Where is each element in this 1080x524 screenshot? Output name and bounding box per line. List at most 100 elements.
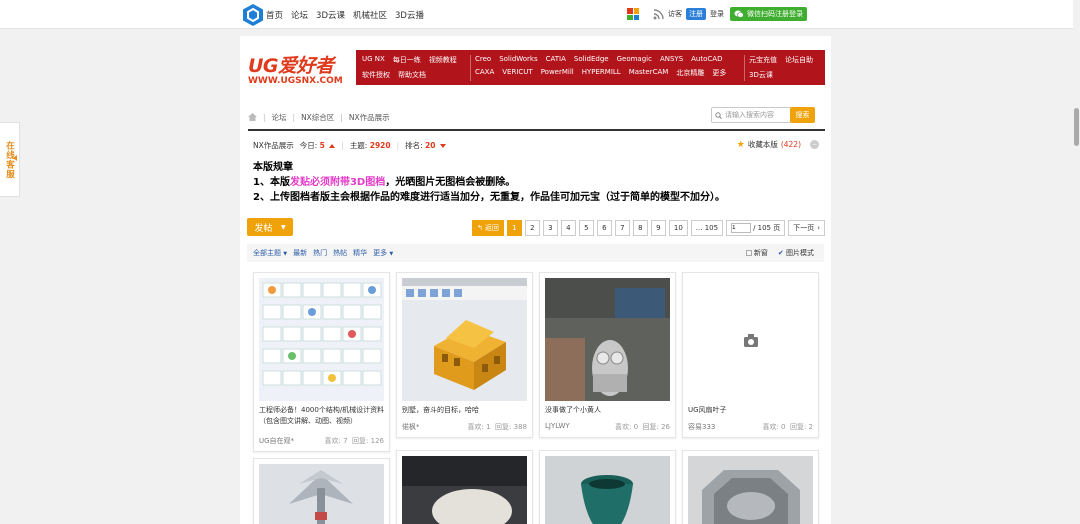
page-1[interactable]: 1 [506, 220, 522, 236]
page-5[interactable]: 5 [578, 220, 594, 236]
thread-thumbnail[interactable] [545, 456, 670, 524]
thread-thumbnail[interactable] [545, 278, 670, 401]
breadcrumb-nx-zone[interactable]: NX综合区 [301, 112, 334, 123]
thread-author[interactable]: 偌枫* [402, 422, 420, 432]
menu-ansys[interactable]: ANSYS [660, 55, 683, 63]
menu-hypermill[interactable]: HYPERMILL [582, 68, 621, 78]
thread-author[interactable]: LJYLWY [545, 422, 570, 432]
page-scrollbar[interactable] [1073, 0, 1080, 524]
favorite-forum-button[interactable]: ★ 收藏本版 (422) − [737, 139, 819, 150]
new-post-button[interactable]: 发帖 ▼ [247, 218, 293, 236]
thread-card[interactable] [396, 450, 533, 524]
page-last[interactable]: ... 105 [690, 220, 724, 236]
thread-thumbnail[interactable] [402, 456, 527, 524]
nav-3d-course[interactable]: 3D云课 [316, 9, 345, 21]
menu-geomagic[interactable]: Geomagic [617, 55, 652, 63]
menu-help-docs[interactable]: 帮助文档 [398, 70, 426, 80]
wechat-login-button[interactable]: 微信扫码注册登录 [730, 7, 807, 21]
site-logo-icon[interactable] [242, 3, 264, 27]
brand-logo[interactable]: UG爱好者 WWW.UGSNX.COM [248, 51, 343, 86]
filter-all-topics[interactable]: 全部主题 ▼ [253, 248, 287, 258]
thread-card[interactable] [253, 458, 390, 524]
thread-thumbnail[interactable] [259, 278, 384, 401]
page-9[interactable]: 9 [650, 220, 666, 236]
page-4[interactable]: 4 [560, 220, 576, 236]
back-button[interactable]: ↰ 返回 [472, 220, 504, 236]
thread-card[interactable]: 没事做了个小黄人 LJYLWY 喜欢: 0 回复: 26 [539, 272, 676, 438]
page-10[interactable]: 10 [668, 220, 688, 236]
menu-recharge[interactable]: 元宝充值 [749, 55, 777, 65]
apps-grid-icon[interactable] [627, 8, 639, 20]
collapse-icon[interactable]: − [810, 140, 819, 149]
register-button[interactable]: 注册 [686, 8, 706, 20]
page-scrollbar-thumb[interactable] [1074, 108, 1079, 146]
menu-powermill[interactable]: PowerMill [541, 68, 574, 78]
page-jump-input[interactable] [731, 223, 752, 233]
filter-digest[interactable]: 精华 [353, 248, 367, 258]
filter-bar: 全部主题 ▼ 最新 热门 热帖 精华 更多 ▼ 新窗 ✔ 图片模式 [247, 244, 824, 262]
filter-more-label: 更多 [373, 249, 388, 257]
filter-latest[interactable]: 最新 [293, 248, 307, 258]
new-window-toggle[interactable]: 新窗 [745, 248, 768, 258]
rank-stat: 排名: 20 [405, 140, 446, 151]
picture-mode-toggle[interactable]: ✔ 图片模式 [778, 248, 814, 258]
nav-forum[interactable]: 论坛 [291, 9, 308, 21]
menu-creo[interactable]: Creo [475, 55, 491, 63]
thread-card[interactable]: 工程师必备！4000个结构/机械设计资料（包含图文讲解、动图、视频） UG自在观… [253, 272, 390, 452]
thread-author[interactable]: 容易333 [688, 422, 715, 432]
thread-title[interactable]: 没事做了个小黄人 [545, 405, 671, 416]
page-3[interactable]: 3 [542, 220, 558, 236]
next-page-button[interactable]: 下一页 › [788, 220, 826, 236]
menu-video-tutorial[interactable]: 视频教程 [429, 55, 457, 65]
home-icon[interactable] [248, 113, 257, 121]
thread-card[interactable] [682, 450, 819, 524]
thread-title[interactable]: 工程师必备！4000个结构/机械设计资料（包含图文讲解、动图、视频） [259, 405, 385, 427]
menu-solidedge[interactable]: SolidEdge [574, 55, 609, 63]
thread-card[interactable] [539, 450, 676, 524]
page-2[interactable]: 2 [524, 220, 540, 236]
online-service-tab[interactable]: 在线客服 [0, 122, 20, 197]
menu-caxa[interactable]: CAXA [475, 68, 494, 78]
thread-meta: 容易333 喜欢: 0 回复: 2 [688, 422, 813, 432]
filter-more[interactable]: 更多 ▼ [373, 248, 393, 258]
menu-daily-practice[interactable]: 每日一练 [393, 55, 421, 65]
thread-card[interactable]: 别墅，奋斗的目标，哈哈 偌枫* 喜欢: 1 回复: 388 [396, 272, 533, 438]
nav-mech-community[interactable]: 机械社区 [353, 9, 387, 21]
filter-hot-posts[interactable]: 热帖 [333, 248, 347, 258]
thread-card[interactable]: UG风扇叶子 容易333 喜欢: 0 回复: 2 [682, 272, 819, 438]
next-label: 下一页 [793, 224, 815, 232]
rss-icon[interactable] [653, 8, 664, 20]
menu-mastercam[interactable]: MasterCAM [629, 68, 669, 78]
thread-thumbnail[interactable] [402, 278, 527, 401]
thread-thumbnail[interactable] [259, 464, 384, 524]
thread-thumbnail[interactable] [688, 278, 813, 401]
nav-3d-live[interactable]: 3D云播 [395, 9, 424, 21]
nav-home[interactable]: 首页 [266, 9, 283, 21]
menu-catia[interactable]: CATIA [546, 55, 566, 63]
search-button[interactable]: 搜索 [790, 107, 815, 123]
login-link[interactable]: 登录 [710, 9, 724, 19]
page-6[interactable]: 6 [596, 220, 612, 236]
menu-jingdiao[interactable]: 北京精雕 [676, 68, 704, 78]
menu-more[interactable]: 更多 [712, 68, 726, 78]
thread-likes: 喜欢: 0 [762, 423, 786, 431]
rules-line-1-pre: 1、本版 [253, 177, 290, 188]
menu-solidworks[interactable]: SolidWorks [499, 55, 537, 63]
menu-vericut[interactable]: VERICUT [502, 68, 532, 78]
breadcrumb-forum[interactable]: 论坛 [272, 112, 287, 123]
thread-author[interactable]: UG自在观* [259, 436, 294, 446]
thread-title[interactable]: 别墅，奋斗的目标，哈哈 [402, 405, 528, 416]
menu-self-service[interactable]: 论坛自助 [785, 55, 813, 65]
menu-3d-course[interactable]: 3D云课 [749, 70, 773, 80]
page-8[interactable]: 8 [632, 220, 648, 236]
breadcrumb-nx-showcase[interactable]: NX作品展示 [349, 112, 390, 123]
menu-ug-nx[interactable]: UG NX [362, 55, 385, 65]
search-input[interactable]: 请输入搜索内容 [711, 107, 791, 123]
menu-autocad[interactable]: AutoCAD [691, 55, 722, 63]
menu-software-license[interactable]: 软件授权 [362, 70, 390, 80]
page-7[interactable]: 7 [614, 220, 630, 236]
minion-figure-image [545, 278, 670, 401]
thread-title[interactable]: UG风扇叶子 [688, 405, 814, 416]
filter-hot[interactable]: 热门 [313, 248, 327, 258]
thread-thumbnail[interactable] [688, 456, 813, 524]
